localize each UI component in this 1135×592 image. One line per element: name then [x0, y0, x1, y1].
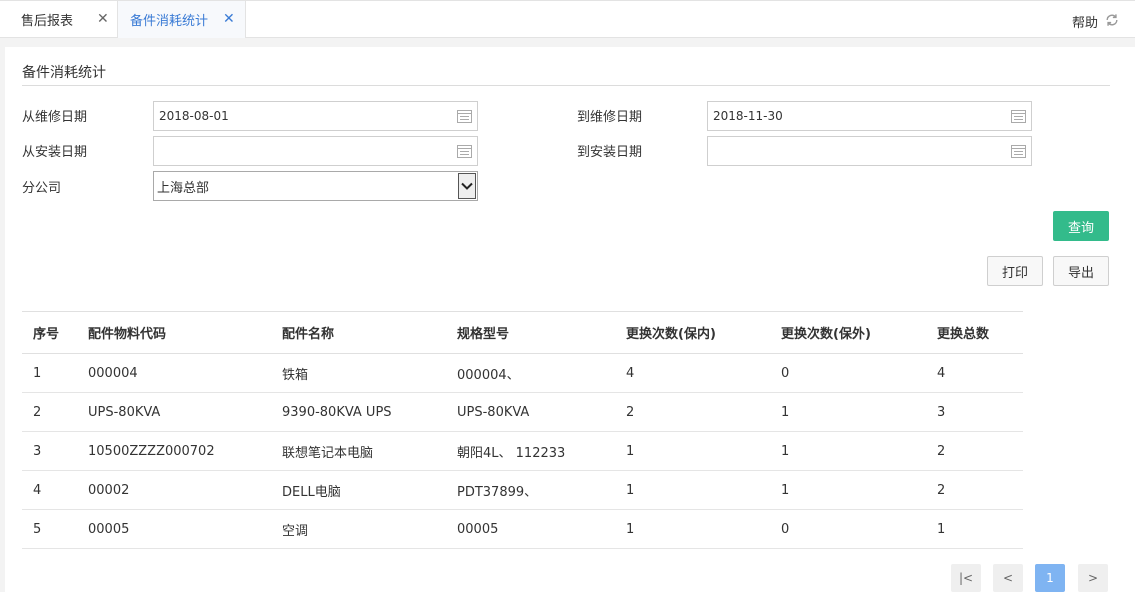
- table-cell: 9390-80KVA UPS: [271, 393, 446, 432]
- table-row[interactable]: 1 000004 铁箱 000004、 4 0 4: [22, 354, 1023, 393]
- table-cell: 00002: [77, 471, 271, 510]
- repair-to-label: 到维修日期: [577, 106, 642, 125]
- calendar-icon[interactable]: [457, 109, 472, 123]
- table-cell: 联想笔记本电脑: [271, 432, 446, 471]
- calendar-icon[interactable]: [1011, 144, 1026, 158]
- repair-to-value: 2018-11-30: [713, 109, 783, 123]
- close-icon[interactable]: ✕: [223, 12, 235, 26]
- tab-after-sales-report[interactable]: 售后报表 ✕: [0, 1, 118, 38]
- table-cell: 4: [22, 471, 77, 510]
- table-row[interactable]: 4 00002 DELL电脑 PDT37899、 1 1 2: [22, 471, 1023, 510]
- table-cell: 空调: [271, 510, 446, 549]
- table-cell: 1: [770, 471, 926, 510]
- col-header-total[interactable]: 更换总数: [926, 312, 1023, 354]
- next-page-button[interactable]: >: [1078, 564, 1108, 592]
- page-title: 备件消耗统计: [22, 62, 106, 82]
- install-to-date-input[interactable]: [707, 136, 1032, 166]
- table-cell: PDT37899、: [446, 471, 615, 510]
- table-cell: 3: [22, 432, 77, 471]
- col-header-model[interactable]: 规格型号: [446, 312, 615, 354]
- chevron-down-icon[interactable]: [458, 173, 476, 199]
- table-header-row: 序号 配件物料代码 配件名称 规格型号 更换次数(保内) 更换次数(保外) 更换…: [22, 312, 1023, 354]
- title-divider: [22, 85, 1110, 86]
- table-cell: 朝阳4L、 112233: [446, 432, 615, 471]
- calendar-icon[interactable]: [457, 144, 472, 158]
- table-cell: 2: [926, 432, 1023, 471]
- table-cell: 1: [926, 510, 1023, 549]
- table-cell: DELL电脑: [271, 471, 446, 510]
- repair-to-date-input[interactable]: 2018-11-30: [707, 101, 1032, 131]
- table-cell: 2: [615, 393, 770, 432]
- consumption-table: 序号 配件物料代码 配件名称 规格型号 更换次数(保内) 更换次数(保外) 更换…: [22, 311, 1023, 549]
- table-row[interactable]: 3 10500ZZZZ000702 联想笔记本电脑 朝阳4L、 112233 1…: [22, 432, 1023, 471]
- install-from-date-input[interactable]: [153, 136, 478, 166]
- col-header-part-code[interactable]: 配件物料代码: [77, 312, 271, 354]
- branch-value: 上海总部: [157, 177, 209, 196]
- table-cell: 2: [22, 393, 77, 432]
- table-cell: UPS-80KVA: [77, 393, 271, 432]
- branch-select[interactable]: 上海总部: [153, 171, 478, 201]
- page-1-button[interactable]: 1: [1035, 564, 1065, 592]
- table-cell: 000004、: [446, 354, 615, 393]
- export-button[interactable]: 导出: [1053, 256, 1109, 286]
- table-cell: 1: [770, 432, 926, 471]
- tab-bar: 售后报表 ✕ 备件消耗统计 ✕ 帮助: [0, 0, 1135, 38]
- table-cell: 0: [770, 354, 926, 393]
- table-cell: 1: [615, 432, 770, 471]
- col-header-out-warranty[interactable]: 更换次数(保外): [770, 312, 926, 354]
- table-cell: 1: [770, 393, 926, 432]
- install-to-label: 到安装日期: [577, 141, 642, 160]
- tab-spare-parts-consumption[interactable]: 备件消耗统计 ✕: [118, 1, 246, 38]
- table-row[interactable]: 5 00005 空调 00005 1 0 1: [22, 510, 1023, 549]
- table-cell: 5: [22, 510, 77, 549]
- table-cell: 2: [926, 471, 1023, 510]
- calendar-icon[interactable]: [1011, 109, 1026, 123]
- tab-label: 备件消耗统计: [130, 10, 208, 29]
- col-header-in-warranty[interactable]: 更换次数(保内): [615, 312, 770, 354]
- branch-label: 分公司: [22, 177, 61, 196]
- repair-from-label: 从维修日期: [22, 106, 87, 125]
- query-button[interactable]: 查询: [1053, 211, 1109, 241]
- table-cell: 00005: [446, 510, 615, 549]
- table-cell: 3: [926, 393, 1023, 432]
- table-cell: 1: [615, 471, 770, 510]
- table-cell: 10500ZZZZ000702: [77, 432, 271, 471]
- table-cell: 1: [615, 510, 770, 549]
- table-row[interactable]: 2 UPS-80KVA 9390-80KVA UPS UPS-80KVA 2 1…: [22, 393, 1023, 432]
- print-button[interactable]: 打印: [987, 256, 1043, 286]
- close-icon[interactable]: ✕: [97, 12, 109, 26]
- table-cell: 0: [770, 510, 926, 549]
- table-cell: 4: [926, 354, 1023, 393]
- install-from-label: 从安装日期: [22, 141, 87, 160]
- table-cell: UPS-80KVA: [446, 393, 615, 432]
- col-header-index[interactable]: 序号: [22, 312, 77, 354]
- refresh-icon[interactable]: [1105, 13, 1119, 27]
- table-cell: 1: [22, 354, 77, 393]
- help-link[interactable]: 帮助: [1072, 12, 1098, 31]
- prev-page-button[interactable]: <: [993, 564, 1023, 592]
- table-cell: 000004: [77, 354, 271, 393]
- repair-from-date-input[interactable]: 2018-08-01: [153, 101, 478, 131]
- table-cell: 铁箱: [271, 354, 446, 393]
- repair-from-value: 2018-08-01: [159, 109, 229, 123]
- table-cell: 4: [615, 354, 770, 393]
- col-header-part-name[interactable]: 配件名称: [271, 312, 446, 354]
- first-page-button[interactable]: |<: [951, 564, 981, 592]
- table-cell: 00005: [77, 510, 271, 549]
- tab-label: 售后报表: [21, 10, 73, 29]
